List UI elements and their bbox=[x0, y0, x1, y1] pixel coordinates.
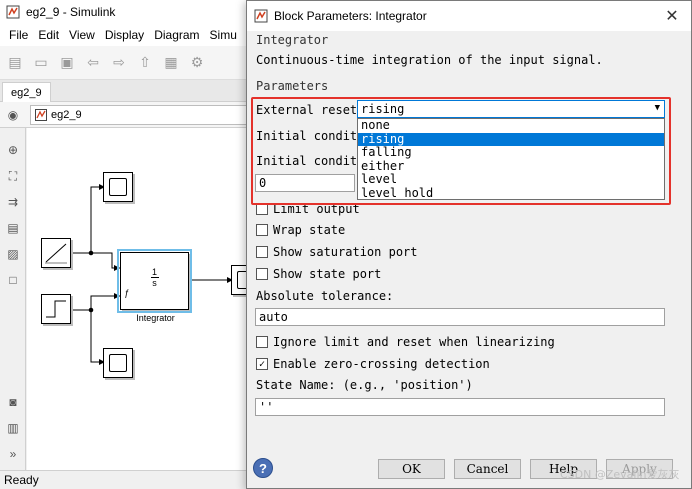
zero-crossing-checkbox[interactable]: ✓ bbox=[256, 358, 268, 370]
integrator-numerator: 1 bbox=[151, 267, 157, 277]
show-state-port-label: Show state port bbox=[273, 267, 382, 281]
hide-explorer-icon[interactable]: ◉ bbox=[5, 107, 21, 123]
area-icon[interactable]: □ bbox=[5, 272, 21, 288]
ramp-block[interactable] bbox=[41, 238, 71, 268]
close-icon[interactable]: ✕ bbox=[663, 7, 681, 25]
menu-simulation[interactable]: Simu bbox=[205, 28, 242, 42]
scope-block-top[interactable] bbox=[103, 172, 133, 202]
reset-option-level[interactable]: level bbox=[358, 172, 664, 187]
absolute-tolerance-label: Absolute tolerance: bbox=[256, 289, 394, 303]
section-integrator: Integrator bbox=[256, 33, 329, 47]
left-palette: ⊕ ⛶ ⇉ ▤ ▨ □ ◙ ▥ » bbox=[0, 128, 26, 470]
reset-port-icon: ƒ bbox=[124, 288, 130, 298]
checkbox-row-show-state-port[interactable]: Show state port bbox=[256, 266, 381, 282]
up-arrow-icon[interactable]: ⇧ bbox=[134, 52, 156, 74]
external-reset-selected-value: rising bbox=[361, 102, 405, 116]
ok-button[interactable]: OK bbox=[378, 459, 445, 479]
ignore-limit-label: Ignore limit and reset when linearizing bbox=[273, 335, 555, 349]
absolute-tolerance-value: auto bbox=[259, 310, 288, 324]
state-name-label: State Name: (e.g., 'position') bbox=[256, 378, 473, 392]
breadcrumb-label: eg2_9 bbox=[51, 109, 82, 121]
ramp-icon bbox=[45, 243, 67, 264]
tab-eg2-9[interactable]: eg2_9 bbox=[2, 82, 51, 102]
integrator-denominator: s bbox=[152, 278, 157, 288]
scope-screen bbox=[109, 178, 127, 196]
zero-crossing-label: Enable zero-crossing detection bbox=[273, 357, 490, 371]
settings-gear-icon[interactable]: ⚙ bbox=[186, 52, 208, 74]
back-arrow-icon[interactable]: ⇦ bbox=[82, 52, 104, 74]
block-description: Continuous-time integration of the input… bbox=[256, 53, 603, 67]
reset-option-level-hold[interactable]: level hold bbox=[358, 186, 664, 201]
simulink-app-icon bbox=[6, 5, 20, 19]
menu-file[interactable]: File bbox=[4, 28, 33, 42]
section-parameters: Parameters bbox=[256, 79, 329, 93]
scope-block-bottom[interactable] bbox=[103, 348, 133, 378]
dialog-titlebar: Block Parameters: Integrator bbox=[247, 1, 691, 31]
zoom-in-icon[interactable]: ⊕ bbox=[5, 142, 21, 158]
wrap-state-label: Wrap state bbox=[273, 223, 346, 237]
watermark-text: CSDN @Zevalin爱灰灰 bbox=[560, 468, 680, 481]
expand-palette-icon[interactable]: » bbox=[5, 446, 21, 462]
model-icon bbox=[35, 109, 47, 121]
checkbox-row-zero-crossing[interactable]: ✓ Enable zero-crossing detection bbox=[256, 356, 490, 372]
help-question-icon[interactable]: ? bbox=[253, 458, 273, 478]
window-title: eg2_9 - Simulink bbox=[26, 5, 116, 19]
camera-icon[interactable]: ◙ bbox=[5, 394, 21, 410]
external-reset-select[interactable]: rising ▼ bbox=[357, 100, 665, 118]
simulink-app-icon bbox=[254, 9, 268, 23]
reset-option-rising[interactable]: rising bbox=[358, 132, 664, 146]
status-text: Ready bbox=[4, 473, 39, 487]
reset-option-falling[interactable]: falling bbox=[358, 145, 664, 160]
integrator-block[interactable]: 1 s ƒ bbox=[117, 249, 192, 313]
fit-to-view-icon[interactable]: ⛶ bbox=[5, 168, 21, 184]
wrap-state-checkbox[interactable] bbox=[256, 224, 268, 236]
ignore-limit-checkbox[interactable] bbox=[256, 336, 268, 348]
state-name-input[interactable]: '' bbox=[255, 398, 665, 416]
show-saturation-port-checkbox[interactable] bbox=[256, 246, 268, 258]
integrator-transfer: 1 s bbox=[121, 267, 188, 288]
checkbox-row-ignore-limit[interactable]: Ignore limit and reset when linearizing bbox=[256, 334, 555, 350]
annotation-icon[interactable]: ▤ bbox=[5, 220, 21, 236]
menu-diagram[interactable]: Diagram bbox=[149, 28, 204, 42]
integrator-label: Integrator bbox=[136, 313, 175, 323]
block-parameters-dialog: Block Parameters: Integrator ✕ Integrato… bbox=[246, 0, 692, 489]
save-icon[interactable]: ▣ bbox=[56, 52, 78, 74]
checkbox-row-wrap-state[interactable]: Wrap state bbox=[256, 222, 345, 238]
step-block[interactable] bbox=[41, 294, 71, 324]
absolute-tolerance-input[interactable]: auto bbox=[255, 308, 665, 326]
reset-option-either[interactable]: either bbox=[358, 159, 664, 174]
state-name-value: '' bbox=[259, 400, 274, 414]
signal-line-step bbox=[71, 295, 120, 311]
breadcrumb[interactable]: eg2_9 bbox=[30, 105, 280, 125]
new-model-icon[interactable]: ▤ bbox=[4, 52, 26, 74]
dropdown-arrow-icon: ▼ bbox=[654, 103, 660, 113]
open-folder-icon[interactable]: ▭ bbox=[30, 52, 52, 74]
menu-display[interactable]: Display bbox=[100, 28, 149, 42]
image-icon[interactable]: ▨ bbox=[5, 246, 21, 262]
arrow-connect-icon[interactable]: ⇉ bbox=[5, 194, 21, 210]
model-browser-icon[interactable]: ▥ bbox=[5, 420, 21, 436]
show-state-port-checkbox[interactable] bbox=[256, 268, 268, 280]
step-icon bbox=[46, 300, 66, 318]
cancel-button[interactable]: Cancel bbox=[454, 459, 521, 479]
scope-screen bbox=[109, 354, 127, 372]
menu-view[interactable]: View bbox=[64, 28, 100, 42]
library-browser-icon[interactable]: ▦ bbox=[160, 52, 182, 74]
show-saturation-port-label: Show saturation port bbox=[273, 245, 418, 259]
forward-arrow-icon[interactable]: ⇨ bbox=[108, 52, 130, 74]
dialog-title: Block Parameters: Integrator bbox=[274, 9, 427, 23]
menu-edit[interactable]: Edit bbox=[33, 28, 64, 42]
checkbox-row-show-saturation-port[interactable]: Show saturation port bbox=[256, 244, 418, 260]
external-reset-options: none rising falling either level level h… bbox=[357, 118, 665, 200]
reset-option-none[interactable]: none bbox=[358, 118, 664, 133]
